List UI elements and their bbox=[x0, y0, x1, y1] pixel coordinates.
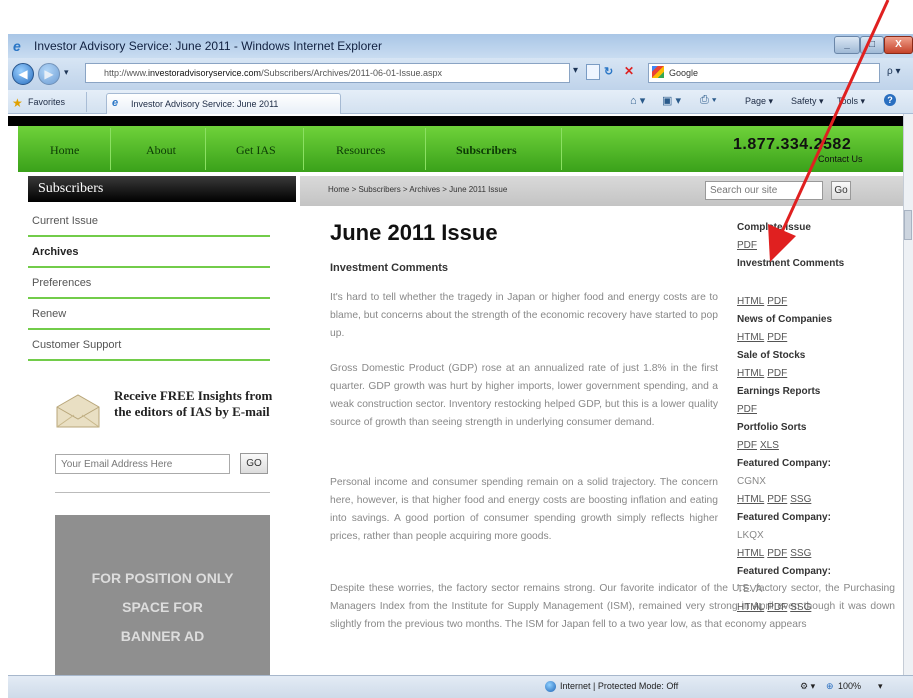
url-prefix: http://www. bbox=[104, 68, 149, 78]
email-field[interactable]: Your Email Address Here bbox=[55, 454, 230, 474]
sale-html-link[interactable]: HTML bbox=[737, 368, 764, 379]
feeds-icon[interactable]: ▣ ▾ bbox=[662, 94, 681, 107]
featured3-pdf-link[interactable]: PDF bbox=[767, 602, 787, 613]
featured-company-heading: Featured Company: bbox=[737, 566, 831, 577]
zoom-icon: ⊕ bbox=[826, 681, 834, 691]
featured2-html-link[interactable]: HTML bbox=[737, 548, 764, 559]
home-icon[interactable]: ⌂ ▾ bbox=[630, 94, 645, 107]
earnings-reports-heading: Earnings Reports bbox=[737, 386, 821, 397]
featured1-pdf-link[interactable]: PDF bbox=[767, 494, 787, 505]
featured-ticker: CGNX bbox=[737, 476, 766, 487]
portfolio-sorts-heading: Portfolio Sorts bbox=[737, 422, 807, 433]
favorites-button[interactable]: Favorites bbox=[28, 97, 65, 107]
protected-mode-icon[interactable]: ⚙ ▾ bbox=[800, 681, 815, 692]
featured1-ssg-link[interactable]: SSG bbox=[790, 494, 811, 505]
featured2-ssg-link[interactable]: SSG bbox=[790, 548, 811, 559]
status-bar bbox=[8, 675, 913, 698]
featured-ticker: LKQX bbox=[737, 530, 764, 541]
browser-tab[interactable]: Investor Advisory Service: June 2011 bbox=[106, 93, 341, 114]
favorites-star-icon[interactable]: ★ bbox=[12, 96, 23, 110]
refresh-icon[interactable]: ↻ bbox=[604, 65, 613, 78]
featured1-html-link[interactable]: HTML bbox=[737, 494, 764, 505]
sale-pdf-link[interactable]: PDF bbox=[767, 368, 787, 379]
nav-divider bbox=[561, 128, 562, 170]
article-paragraph: Personal income and consumer spending re… bbox=[330, 477, 718, 542]
address-dropdown-icon[interactable]: ▾ bbox=[573, 65, 578, 76]
sidebar-item-renew[interactable]: Renew bbox=[28, 300, 270, 330]
featured-ticker: TEVA bbox=[737, 584, 763, 595]
nav-subscribers[interactable]: Subscribers bbox=[456, 143, 517, 158]
nav-get-ias[interactable]: Get IAS bbox=[236, 143, 276, 158]
investment-comments-pdf-link[interactable]: PDF bbox=[767, 296, 787, 307]
sidebar-item-preferences[interactable]: Preferences bbox=[28, 269, 270, 299]
featured-company-heading: Featured Company: bbox=[737, 512, 831, 523]
zoom-level[interactable]: 100% bbox=[838, 681, 861, 691]
nav-home[interactable]: Home bbox=[50, 143, 79, 158]
sidebar-divider bbox=[55, 492, 270, 493]
banner-ad-placeholder: FOR POSITION ONLY SPACE FOR BANNER AD bbox=[55, 515, 270, 675]
annotation-arrow-icon bbox=[768, 0, 890, 262]
nav-resources[interactable]: Resources bbox=[336, 143, 385, 158]
nav-divider bbox=[303, 128, 304, 170]
nav-divider bbox=[110, 128, 111, 170]
tab-ie-icon: e bbox=[112, 97, 119, 109]
search-engine-label: Google bbox=[669, 68, 699, 78]
page-title: June 2011 Issue bbox=[330, 220, 498, 245]
news-html-link[interactable]: HTML bbox=[737, 332, 764, 343]
featured3-ssg-link[interactable]: SSG bbox=[790, 602, 811, 613]
compatibility-icon[interactable] bbox=[586, 64, 600, 80]
back-button[interactable]: ◀ bbox=[12, 63, 34, 85]
investment-comments-html-link[interactable]: HTML bbox=[737, 296, 764, 307]
stop-icon[interactable]: ✕ bbox=[624, 64, 634, 78]
internet-zone-icon bbox=[545, 681, 556, 692]
banner-line: FOR POSITION ONLY bbox=[91, 570, 234, 586]
banner-line: SPACE FOR bbox=[122, 599, 203, 615]
banner-line: BANNER AD bbox=[120, 628, 205, 644]
history-dropdown-icon[interactable]: ▾ bbox=[64, 67, 69, 78]
envelope-icon bbox=[56, 394, 100, 428]
article-paragraph: Gross Domestic Product (GDP) rose at an … bbox=[330, 363, 718, 428]
url-path: /Subscribers/Archives/2011-06-01-Issue.a… bbox=[261, 68, 442, 78]
news-of-companies-heading: News of Companies bbox=[737, 314, 833, 325]
nav-divider bbox=[205, 128, 206, 170]
google-icon bbox=[652, 66, 664, 78]
featured3-html-link[interactable]: HTML bbox=[737, 602, 764, 613]
featured2-pdf-link[interactable]: PDF bbox=[767, 548, 787, 559]
url-domain: investoradvisoryservice.com bbox=[148, 68, 262, 78]
forward-button[interactable]: ▶ bbox=[38, 63, 60, 85]
address-input[interactable]: http://www.investoradvisoryservice.com/S… bbox=[85, 63, 570, 83]
nav-about[interactable]: About bbox=[146, 143, 176, 158]
sidebar-item-current-issue[interactable]: Current Issue bbox=[28, 207, 270, 237]
earnings-pdf-link[interactable]: PDF bbox=[737, 404, 757, 415]
ie-logo-icon: e bbox=[13, 38, 21, 54]
section-heading: Investment Comments bbox=[330, 262, 448, 274]
newsletter-promo: Receive FREE Insights from the editors o… bbox=[114, 388, 273, 419]
portfolio-xls-link[interactable]: XLS bbox=[760, 440, 779, 451]
sidebar-item-archives[interactable]: Archives bbox=[28, 238, 270, 268]
portfolio-pdf-link[interactable]: PDF bbox=[737, 440, 757, 451]
zoom-dropdown-icon[interactable]: ▾ bbox=[878, 681, 883, 692]
featured-company-heading: Featured Company: bbox=[737, 458, 831, 469]
email-go-button[interactable]: GO bbox=[240, 453, 268, 474]
news-pdf-link[interactable]: PDF bbox=[767, 332, 787, 343]
article-paragraph: It's hard to tell whether the tragedy in… bbox=[330, 292, 718, 339]
sidebar-heading: Subscribers bbox=[28, 176, 296, 202]
favorites-divider bbox=[86, 92, 87, 112]
security-zone[interactable]: Internet | Protected Mode: Off bbox=[560, 681, 678, 691]
sale-of-stocks-heading: Sale of Stocks bbox=[737, 350, 806, 361]
sidebar-item-customer-support[interactable]: Customer Support bbox=[28, 331, 270, 361]
nav-divider bbox=[425, 128, 426, 170]
